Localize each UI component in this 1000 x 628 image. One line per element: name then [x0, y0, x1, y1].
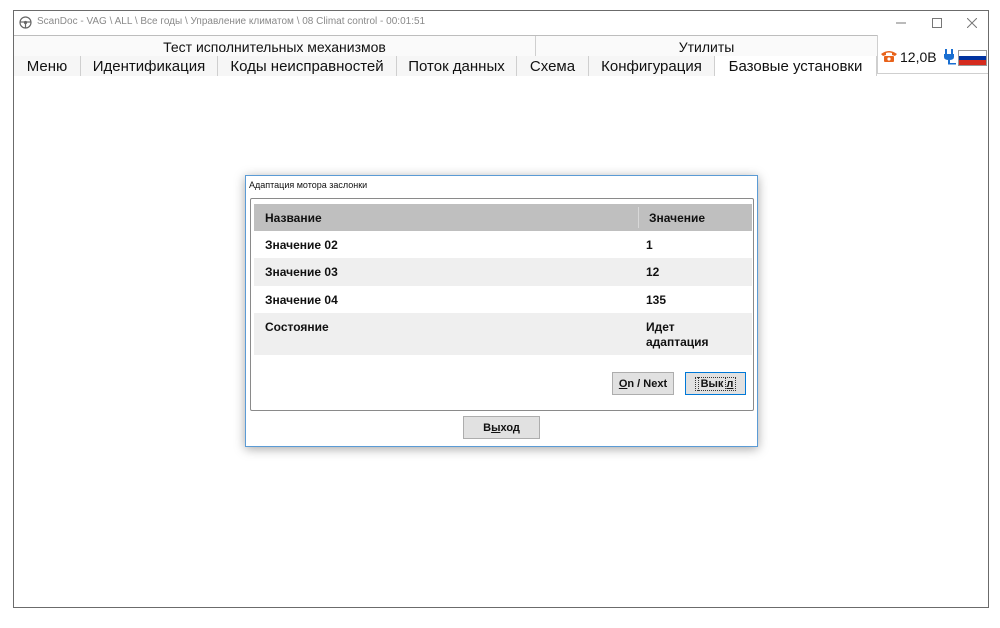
adaptation-dialog: Адаптация мотора заслонки Название Значе…	[245, 175, 758, 447]
tab-basic-settings[interactable]: Базовые установки	[715, 56, 877, 76]
exit-label-start: В	[483, 421, 492, 434]
row-name: Значение 04	[265, 293, 338, 307]
russian-flag-icon[interactable]	[958, 50, 987, 66]
close-button[interactable]	[954, 11, 990, 35]
status-panel: 12,0В	[877, 35, 988, 74]
row-value: Идет адаптация	[646, 320, 709, 349]
on-next-label: n / Next	[627, 377, 668, 390]
row-value: 1	[646, 238, 653, 252]
column-header-value[interactable]: Значение	[638, 207, 705, 228]
row-name: Состояние	[265, 320, 329, 334]
table-row[interactable]: Значение 02 1	[254, 231, 752, 258]
tab-configuration[interactable]: Конфигурация	[589, 56, 715, 76]
title-bar[interactable]: ScanDoc - VAG \ ALL \ Все годы \ Управле…	[14, 11, 988, 35]
phone-icon	[881, 51, 897, 62]
exit-mnemonic: ы	[491, 421, 501, 434]
close-icon	[967, 18, 977, 28]
values-panel: Название Значение Значение 02 1 Значение…	[250, 198, 754, 411]
group-utilities[interactable]: Утилиты	[536, 36, 877, 57]
maximize-button[interactable]	[919, 11, 955, 35]
tab-data-stream[interactable]: Поток данных	[397, 56, 517, 76]
table-header: Название Значение	[254, 204, 752, 231]
group-actuator-test[interactable]: Тест исполнительных механизмов	[14, 36, 536, 57]
row-name: Значение 03	[265, 265, 338, 279]
exit-button[interactable]: Вы ход	[463, 416, 540, 439]
minimize-button[interactable]	[883, 11, 919, 35]
voltage-readout: 12,0В	[900, 49, 937, 65]
steering-wheel-icon	[19, 16, 32, 29]
tab-fault-codes[interactable]: Коды неисправностей	[218, 56, 397, 76]
tab-scheme[interactable]: Схема	[517, 56, 589, 76]
row-value: 12	[646, 265, 660, 279]
minimize-icon	[896, 22, 906, 24]
dialog-title: Адаптация мотора заслонки	[249, 180, 368, 190]
on-next-button[interactable]: On / Next	[612, 372, 674, 395]
off-mnemonic: л	[726, 377, 734, 390]
column-header-name[interactable]: Название	[265, 204, 322, 231]
row-value: 135	[646, 293, 667, 307]
off-label: Вык	[697, 376, 727, 391]
tab-menu[interactable]: Меню	[14, 56, 81, 76]
tab-bar: Меню Идентификация Коды неисправностей П…	[14, 56, 877, 76]
off-button[interactable]: Вык л	[685, 372, 746, 395]
table-row[interactable]: Значение 03 12	[254, 258, 752, 286]
tab-identification[interactable]: Идентификация	[81, 56, 218, 76]
maximize-icon	[932, 18, 942, 28]
on-next-mnemonic: O	[618, 377, 628, 390]
off-label-wrap: Вык л	[694, 376, 737, 391]
table-row[interactable]: Значение 04 135	[254, 286, 752, 313]
plug-icon	[944, 49, 956, 65]
window-title: ScanDoc - VAG \ ALL \ Все годы \ Управле…	[37, 16, 426, 27]
tab-groups: Тест исполнительных механизмов Утилиты	[14, 35, 877, 57]
table-row[interactable]: Состояние Идет адаптация	[254, 313, 752, 355]
row-name: Значение 02	[265, 238, 338, 252]
exit-label-end: ход	[500, 421, 520, 434]
